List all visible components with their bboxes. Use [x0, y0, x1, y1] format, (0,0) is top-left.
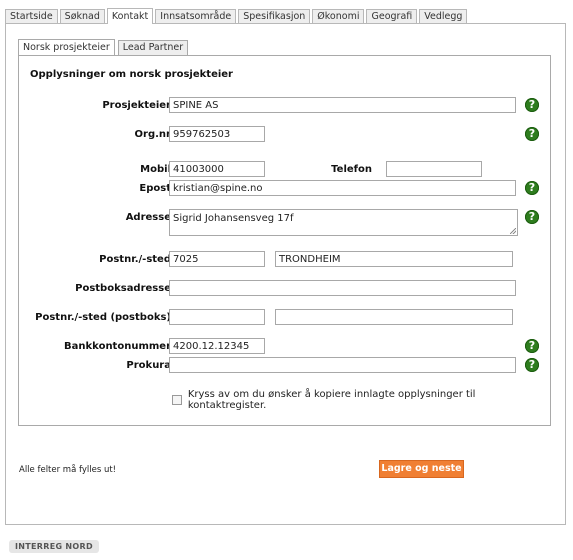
telefon-input[interactable]	[386, 161, 482, 177]
help-icon-adresse[interactable]: ?	[525, 210, 539, 224]
postboksadresse-input[interactable]	[169, 280, 516, 296]
postnr-input[interactable]: 7025	[169, 251, 265, 267]
label-prokura: Prokura	[126, 360, 171, 371]
label-postboksadresse: Postboksadresse	[75, 283, 171, 294]
sub-tab-bar: Norsk prosjekteier Lead Partner	[18, 39, 191, 55]
save-and-next-button[interactable]: Lagre og neste	[379, 460, 464, 478]
orgnr-input[interactable]: 959762503	[169, 126, 265, 142]
help-icon-prosjekteier[interactable]: ?	[525, 98, 539, 112]
project-owner-form: Opplysninger om norsk prosjekteier Prosj…	[18, 55, 551, 426]
resize-handle-icon[interactable]	[510, 228, 516, 234]
tab-spesifikasjon[interactable]: Spesifikasjon	[238, 9, 311, 24]
footer-badge: INTERREG NORD	[9, 540, 99, 553]
top-tab-bar: Startside Søknad Kontakt Innsatsområde S…	[5, 8, 469, 24]
copy-to-contacts-checkbox[interactable]	[172, 395, 182, 405]
label-prosjekteier: Prosjekteier	[102, 100, 171, 111]
subtab-lead-partner[interactable]: Lead Partner	[117, 40, 189, 55]
main-panel: Norsk prosjekteier Lead Partner Opplysni…	[5, 23, 566, 525]
tab-okonomi[interactable]: Økonomi	[312, 9, 365, 24]
adresse-textarea[interactable]: Sigrid Johansensveg 17f	[169, 209, 518, 236]
label-telefon: Telefon	[331, 164, 372, 175]
section-title: Opplysninger om norsk prosjekteier	[30, 69, 233, 80]
tab-innsatsomrade[interactable]: Innsatsområde	[155, 9, 237, 24]
help-icon-epost[interactable]: ?	[525, 181, 539, 195]
tab-vedlegg[interactable]: Vedlegg	[419, 9, 468, 24]
copy-to-contacts-row: Kryss av om du ønsker å kopiere innlagte…	[172, 389, 550, 411]
help-icon-orgnr[interactable]: ?	[525, 127, 539, 141]
tab-geografi[interactable]: Geografi	[366, 9, 418, 24]
tab-startside[interactable]: Startside	[5, 9, 58, 24]
tab-kontakt[interactable]: Kontakt	[106, 8, 154, 24]
help-icon-prokura[interactable]: ?	[525, 358, 539, 372]
postboks-postnr-input[interactable]	[169, 309, 265, 325]
prosjekteier-input[interactable]: SPINE AS	[169, 97, 516, 113]
bankkontonummer-input[interactable]: 4200.12.12345	[169, 338, 265, 354]
required-fields-note: Alle felter må fylles ut!	[19, 465, 117, 475]
sted-input[interactable]: TRONDHEIM	[275, 251, 513, 267]
label-postnr-sted: Postnr./-sted	[99, 254, 171, 265]
epost-input[interactable]: kristian@spine.no	[169, 180, 516, 196]
label-epost: Epost	[139, 183, 171, 194]
copy-to-contacts-label[interactable]: Kryss av om du ønsker å kopiere innlagte…	[188, 389, 550, 411]
mobil-input[interactable]: 41003000	[169, 161, 265, 177]
tab-soknad[interactable]: Søknad	[59, 9, 105, 24]
label-postnr-sted-postboks: Postnr./-sted (postboks)	[35, 312, 171, 323]
postboks-sted-input[interactable]	[275, 309, 513, 325]
subtab-norsk-prosjekteier[interactable]: Norsk prosjekteier	[18, 39, 115, 55]
adresse-value: Sigrid Johansensveg 17f	[173, 213, 294, 224]
label-mobil: Mobil	[140, 164, 171, 175]
label-bankkontonummer: Bankkontonummer	[64, 341, 171, 352]
help-icon-bankkontonummer[interactable]: ?	[525, 339, 539, 353]
prokura-input[interactable]	[169, 357, 516, 373]
label-adresse: Adresse	[125, 212, 171, 223]
label-orgnr: Org.nr	[134, 129, 171, 140]
